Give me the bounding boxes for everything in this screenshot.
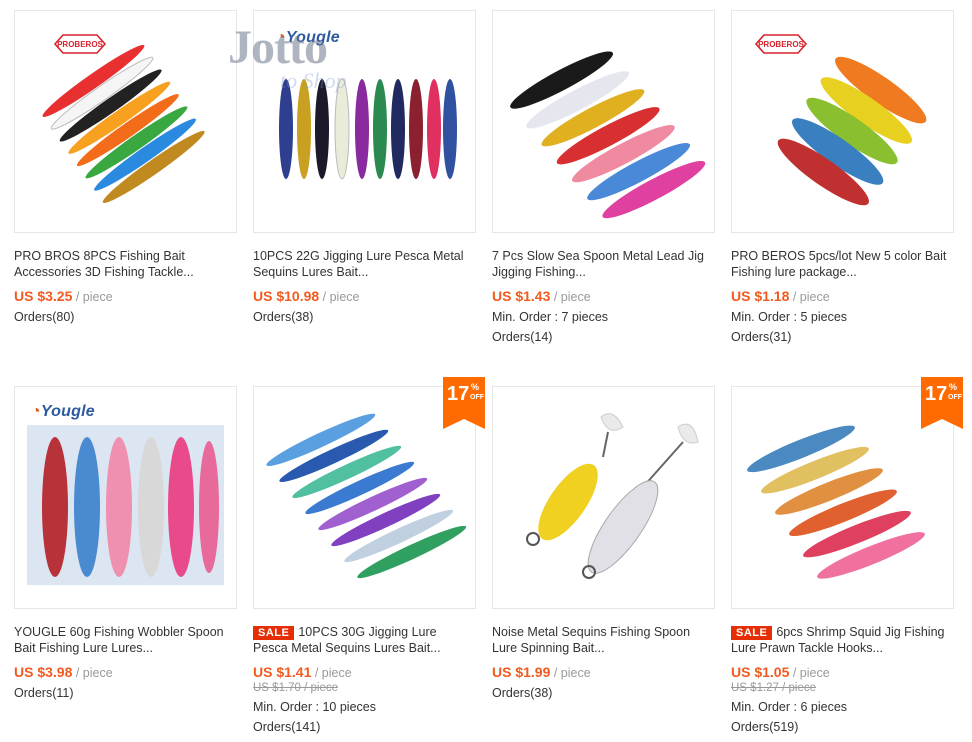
product-title[interactable]: 10PCS 22G Jigging Lure Pesca Metal Sequi…	[253, 248, 476, 280]
price: US $1.43	[492, 288, 551, 304]
price-line: US $1.05 / piece	[731, 664, 954, 680]
orders-count: Orders(31)	[731, 330, 792, 344]
orders-count: Orders(141)	[253, 720, 321, 734]
brand-logo: PROBEROS	[53, 33, 107, 55]
product-title[interactable]: SALE 10PCS 30G Jigging Lure Pesca Metal S…	[253, 624, 476, 656]
price: US $1.05	[731, 664, 790, 680]
discount-badge: 17 % OFF	[921, 377, 963, 429]
min-order: Min. Order : 5 pieces	[731, 310, 848, 324]
svg-text:PROBEROS: PROBEROS	[758, 40, 804, 49]
price-unit: / piece	[75, 290, 113, 304]
orders-count: Orders(38)	[253, 310, 314, 324]
brand-logo: PROBEROS	[754, 33, 808, 55]
lures-illustration	[42, 44, 205, 203]
price-line: US $10.98 / piece	[253, 288, 476, 304]
product-title[interactable]: SALE 6pcs Shrimp Squid Jig Fishing Lure P…	[731, 624, 954, 656]
price: US $1.18	[731, 288, 790, 304]
product-title[interactable]: PRO BROS 8PCS Fishing Bait Accessories 3…	[14, 248, 237, 280]
watermark-subtitle: to Shop	[280, 68, 347, 93]
squid-jigs-illustration	[747, 425, 925, 579]
product-card[interactable]: 7 Pcs Slow Sea Spoon Metal Lead Jig Jigg…	[492, 10, 715, 344]
product-image[interactable]: PROBEROS	[14, 10, 237, 233]
original-price: US $1.70 / piece	[253, 682, 339, 694]
price: US $3.98	[14, 664, 73, 680]
price-unit: / piece	[792, 666, 830, 680]
product-card[interactable]: PROBEROS PRO BEROS 5pcs/lot New 5 color …	[731, 10, 954, 344]
product-image[interactable]: PROBEROS	[731, 10, 954, 233]
product-image[interactable]	[492, 386, 715, 609]
product-card[interactable]: 17 % OFF SALE 10PCS 30G Jigging Lure Pesc…	[253, 377, 485, 734]
price-line: US $1.41 / piece	[253, 664, 476, 680]
sale-badge: SALE	[253, 626, 295, 640]
jigs-illustration	[266, 413, 467, 579]
brand-mark-icon: ◔	[31, 403, 41, 420]
orders-count: Orders(11)	[14, 686, 74, 700]
orders-count: Orders(38)	[492, 686, 553, 700]
spoons-illustration	[510, 51, 706, 219]
product-title[interactable]: Noise Metal Sequins Fishing Spoon Lure S…	[492, 624, 715, 656]
min-order: Min. Order : 6 pieces	[731, 700, 848, 714]
brand-logo: ◔Yougle	[31, 403, 95, 420]
product-card[interactable]: Noise Metal Sequins Fishing Spoon Lure S…	[492, 386, 715, 700]
original-price: US $1.27 / piece	[731, 682, 817, 694]
price: US $1.99	[492, 664, 551, 680]
price: US $3.25	[14, 288, 73, 304]
product-card[interactable]: ◔Yougle YOUGLE 60g Fishing Wobbler Spoon…	[14, 386, 237, 700]
price-unit: / piece	[322, 290, 360, 304]
price-line: US $1.18 / piece	[731, 288, 954, 304]
sale-badge: SALE	[731, 626, 773, 640]
price-line: US $1.99 / piece	[492, 664, 715, 680]
price-line: US $3.98 / piece	[14, 664, 237, 680]
svg-text:PROBEROS: PROBEROS	[57, 40, 103, 49]
product-title[interactable]: PRO BEROS 5pcs/lot New 5 color Bait Fish…	[731, 248, 954, 280]
product-title[interactable]: 7 Pcs Slow Sea Spoon Metal Lead Jig Jigg…	[492, 248, 715, 280]
product-image[interactable]: ◔Yougle	[14, 386, 237, 609]
product-card[interactable]: 17 % OFF SALE 6pcs Shrimp Squid Jig Fishi…	[731, 377, 963, 734]
price-unit: / piece	[314, 666, 352, 680]
price: US $1.41	[253, 664, 312, 680]
price-unit: / piece	[553, 290, 591, 304]
min-order: Min. Order : 10 pieces	[253, 700, 376, 714]
min-order: Min. Order : 7 pieces	[492, 310, 609, 324]
price-line: US $3.25 / piece	[14, 288, 237, 304]
price: US $10.98	[253, 288, 320, 304]
spoon-lures-illustration	[526, 413, 699, 579]
product-image[interactable]	[492, 10, 715, 233]
discount-badge: 17 % OFF	[443, 377, 485, 429]
price-unit: / piece	[792, 290, 830, 304]
orders-count: Orders(80)	[14, 310, 75, 324]
price-unit: / piece	[553, 666, 591, 680]
orders-count: Orders(519)	[731, 720, 799, 734]
price-line: US $1.43 / piece	[492, 288, 715, 304]
price-unit: / piece	[75, 666, 113, 680]
watermark: Jotto	[228, 21, 328, 74]
product-card[interactable]: PROBEROS PRO BROS 8PCS Fishing Bait Acce…	[14, 10, 237, 324]
orders-count: Orders(14)	[492, 330, 553, 344]
product-title[interactable]: YOUGLE 60g Fishing Wobbler Spoon Bait Fi…	[14, 624, 237, 656]
